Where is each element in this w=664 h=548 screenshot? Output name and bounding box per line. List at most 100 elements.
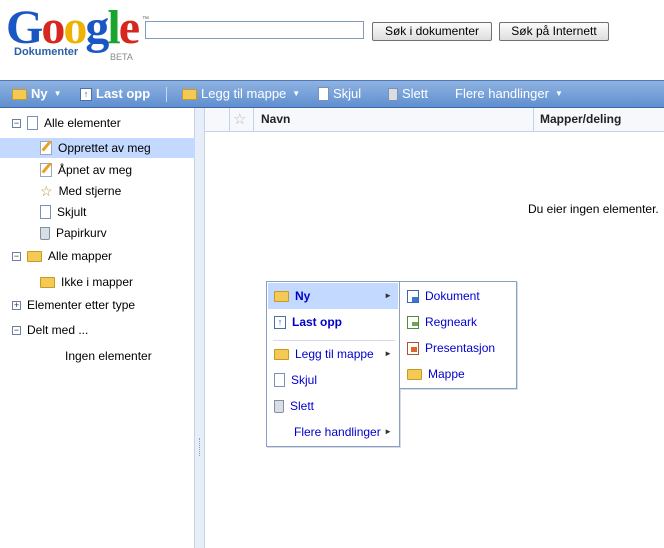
new-submenu-document[interactable]: Dokument <box>401 283 515 309</box>
document-icon <box>27 116 38 130</box>
submenu-arrow-icon: ► <box>384 349 392 358</box>
folder-icon <box>12 88 27 100</box>
toolbar-hide-button[interactable]: Skjul <box>318 81 361 107</box>
toolbar-more-actions-label: Flere handlinger <box>455 86 549 101</box>
sidebar-item-no-items: Ingen elementer <box>65 346 152 366</box>
toolbar-add-to-folder-label: Legg til mappe <box>201 86 287 101</box>
context-menu-upload[interactable]: ↑ Last opp <box>268 309 398 335</box>
spreadsheet-icon <box>407 315 419 329</box>
collapse-icon[interactable]: − <box>12 325 21 335</box>
folder-icon <box>27 250 42 262</box>
sidebar-item-all-items[interactable]: − Alle elementer <box>12 113 121 133</box>
google-docs-logo[interactable]: Google ™ Dokumenter BETA <box>6 1 149 62</box>
context-menu-new[interactable]: Ny ► <box>268 283 398 309</box>
pencil-icon <box>40 163 52 177</box>
trash-icon <box>388 87 398 101</box>
sidebar-item-all-folders[interactable]: − Alle mapper <box>12 246 112 266</box>
empty-list-message: Du eier ingen elementer. <box>528 202 659 216</box>
sidebar-item-created-by-me[interactable]: Opprettet av meg <box>0 138 195 158</box>
search-web-button[interactable]: Søk på Internett <box>499 22 609 41</box>
chevron-down-icon: ▼ <box>554 89 563 98</box>
sidebar-item-label: Med stjerne <box>58 184 122 198</box>
splitter-grip <box>199 438 202 456</box>
sidebar: − Alle elementer Opprettet av meg Åpnet … <box>0 108 195 548</box>
chevron-down-icon: ▼ <box>53 89 62 98</box>
new-submenu-spreadsheet[interactable]: Regneark <box>401 309 515 335</box>
upload-icon: ↑ <box>80 87 92 101</box>
toolbar-hide-label: Skjul <box>333 86 362 101</box>
upload-icon: ↑ <box>274 315 286 329</box>
folder-icon <box>40 276 55 288</box>
column-header-name[interactable]: Navn <box>261 108 290 131</box>
new-submenu-folder[interactable]: Mappe <box>401 361 515 387</box>
toolbar-new-label: Ny <box>31 86 48 101</box>
context-menu-new-label: Ny <box>295 289 311 303</box>
sidebar-item-trash[interactable]: Papirkurv <box>40 223 107 243</box>
star-icon: ☆ <box>40 183 53 199</box>
sidebar-item-label: Alle elementer <box>44 116 121 130</box>
submenu-arrow-icon: ► <box>384 291 392 300</box>
column-separator <box>253 108 254 131</box>
trash-icon <box>274 399 284 413</box>
document-icon <box>40 205 51 219</box>
document-icon <box>318 87 329 101</box>
folder-icon <box>274 348 289 360</box>
context-menu-add-to-folder[interactable]: Legg til mappe ► <box>268 341 398 367</box>
logo-product: Dokumenter <box>14 46 79 58</box>
context-menu: Ny ► ↑ Last opp Legg til mappe ► Skjul S… <box>266 281 400 447</box>
sidebar-item-hidden[interactable]: Skjult <box>40 202 86 222</box>
toolbar-new-button[interactable]: Ny ▼ <box>12 81 62 107</box>
context-menu-more-actions-label: Flere handlinger <box>294 425 381 439</box>
column-header-folders[interactable]: Mapper/deling <box>540 108 621 131</box>
chevron-down-icon: ▼ <box>292 89 301 98</box>
new-submenu-document-label: Dokument <box>425 289 480 303</box>
search-input[interactable] <box>145 21 364 39</box>
sidebar-item-label: Alle mapper <box>48 249 113 263</box>
sidebar-item-not-in-folders[interactable]: Ikke i mapper <box>40 272 133 292</box>
sidebar-item-starred[interactable]: ☆ Med stjerne <box>40 181 121 201</box>
context-menu-more-actions[interactable]: Flere handlinger ► <box>268 419 398 445</box>
context-menu-add-to-folder-label: Legg til mappe <box>295 347 374 361</box>
new-submenu-folder-label: Mappe <box>428 367 465 381</box>
trash-icon <box>40 226 50 240</box>
toolbar-upload-button[interactable]: ↑ Last opp <box>80 81 150 107</box>
context-menu-hide[interactable]: Skjul <box>268 367 398 393</box>
pane-splitter[interactable] <box>195 108 205 548</box>
search-docs-button[interactable]: Søk i dokumenter <box>372 22 492 41</box>
context-menu-delete[interactable]: Slett <box>268 393 398 419</box>
toolbar-add-to-folder-button[interactable]: Legg til mappe ▼ <box>182 81 300 107</box>
context-menu-hide-label: Skjul <box>291 373 318 387</box>
sidebar-item-label: Skjult <box>57 205 87 219</box>
expand-icon[interactable]: + <box>12 300 21 310</box>
document-icon <box>274 373 285 387</box>
sidebar-item-label: Papirkurv <box>56 226 107 240</box>
context-menu-delete-label: Slett <box>290 399 315 413</box>
folder-icon <box>407 368 422 380</box>
collapse-icon[interactable]: − <box>12 251 21 261</box>
document-icon <box>407 289 419 303</box>
new-submenu: Dokument Regneark Presentasjon Mappe <box>399 281 517 389</box>
sidebar-item-label: Ikke i mapper <box>61 275 134 289</box>
toolbar: Ny ▼ ↑ Last opp Legg til mappe ▼ Skjul S… <box>0 80 664 108</box>
folder-icon <box>182 88 197 100</box>
sidebar-item-label: Opprettet av meg <box>58 141 151 155</box>
toolbar-delete-button[interactable]: Slett <box>388 81 428 107</box>
submenu-arrow-icon: ► <box>384 427 392 436</box>
sidebar-item-label: Åpnet av meg <box>58 163 133 177</box>
pencil-icon <box>40 141 52 155</box>
sidebar-item-opened-by-me[interactable]: Åpnet av meg <box>40 160 132 180</box>
sidebar-item-label: Delt med ... <box>27 323 89 337</box>
new-submenu-spreadsheet-label: Regneark <box>425 315 478 329</box>
collapse-icon[interactable]: − <box>12 118 21 128</box>
item-list-header: ☆ Navn Mapper/deling <box>205 108 664 132</box>
column-separator <box>229 108 230 131</box>
sidebar-item-items-by-type[interactable]: + Elementer etter type <box>12 295 135 315</box>
toolbar-delete-label: Slett <box>402 86 429 101</box>
sidebar-item-shared-with[interactable]: − Delt med ... <box>12 320 88 340</box>
new-submenu-presentation[interactable]: Presentasjon <box>401 335 515 361</box>
column-separator <box>533 108 534 131</box>
toolbar-upload-label: Last opp <box>96 86 151 101</box>
toolbar-separator <box>166 87 167 102</box>
toolbar-more-actions-button[interactable]: Flere handlinger ▼ <box>455 81 563 107</box>
star-column-icon[interactable]: ☆ <box>233 108 246 131</box>
